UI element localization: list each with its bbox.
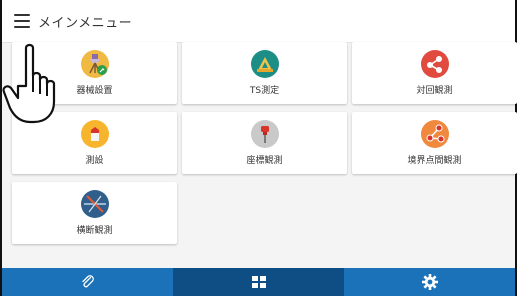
page-title: メインメニュー (38, 15, 133, 31)
gear-icon (421, 274, 438, 290)
ts-measure-icon (250, 50, 279, 78)
menu-item-label: 座標観測 (246, 156, 283, 166)
round-observation-icon (420, 50, 449, 78)
menu-item-boundary-observation[interactable]: 境界点間観測 (352, 112, 517, 174)
menu-item-label: 対回観測 (416, 86, 453, 96)
menu-item-label: TS測定 (249, 86, 280, 96)
grid-icon (251, 276, 266, 288)
menu-item-label: 横断観測 (76, 226, 113, 236)
pointing-hand-icon (0, 42, 62, 126)
menu-item-cross-section[interactable]: 横断観測 (12, 182, 177, 244)
tab-menu[interactable] (173, 268, 344, 296)
menu-item-coordinate-observation[interactable]: 座標観測 (182, 112, 347, 174)
menu-item-round-observation[interactable]: 対回観測 (352, 42, 517, 104)
stakeout-icon (80, 120, 109, 148)
menu-item-label: 測設 (85, 156, 104, 166)
paperclip-icon (81, 275, 94, 288)
tab-settings[interactable] (344, 268, 515, 296)
menu-item-ts-measure[interactable]: TS測定 (182, 42, 347, 104)
coordinate-observation-icon (250, 120, 279, 148)
top-bar: メインメニュー (2, 0, 515, 43)
menu-item-label: 境界点間観測 (407, 156, 462, 166)
instrument-setup-icon (80, 50, 109, 78)
cross-section-icon (80, 190, 109, 218)
tab-attachment[interactable] (2, 268, 173, 296)
bottom-nav (2, 268, 515, 296)
boundary-observation-icon (420, 120, 449, 148)
hamburger-icon[interactable] (14, 14, 30, 28)
